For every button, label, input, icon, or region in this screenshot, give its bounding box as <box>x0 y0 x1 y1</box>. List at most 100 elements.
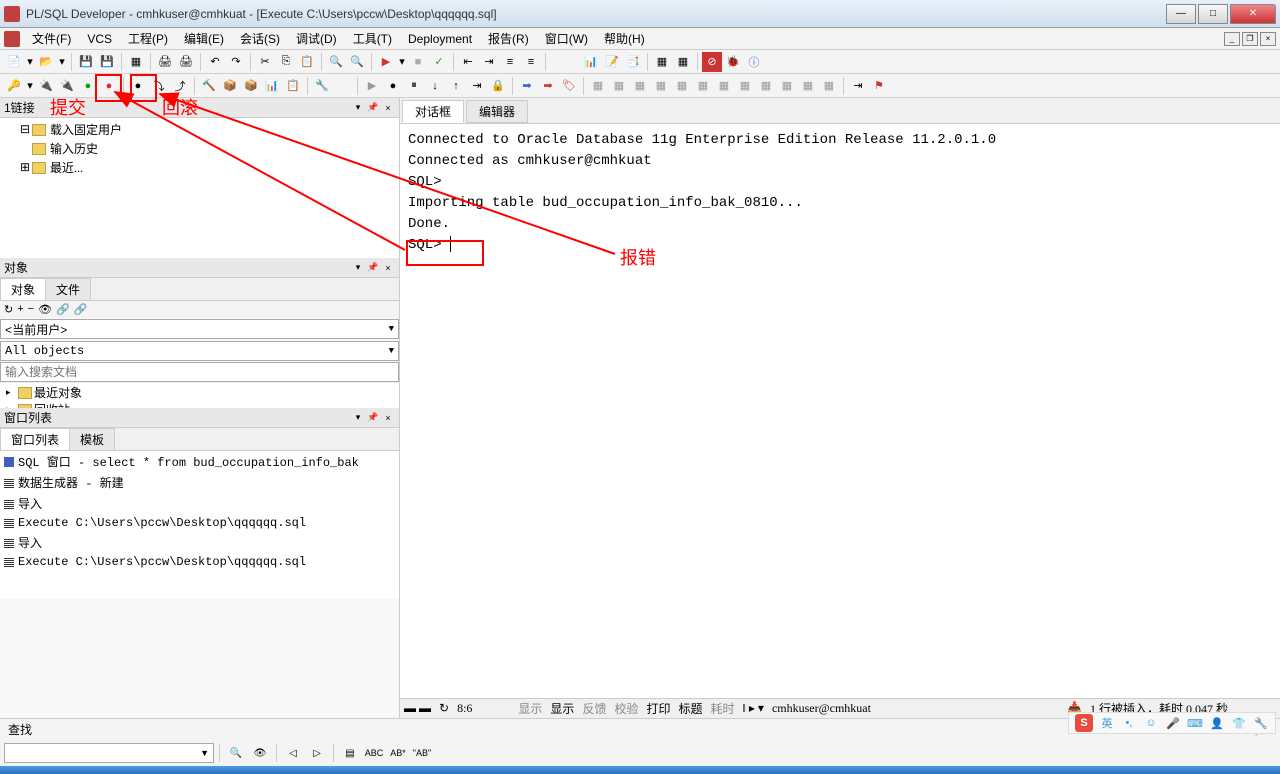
indent-right-button[interactable]: ⇥ <box>479 52 499 72</box>
search-input[interactable] <box>0 362 399 382</box>
grid6-icon[interactable]: ▦ <box>693 76 713 96</box>
commit-button[interactable]: ✓ <box>429 52 449 72</box>
word-icon[interactable]: "AB" <box>411 743 433 763</box>
grid12-icon[interactable]: ▦ <box>819 76 839 96</box>
tag-icon[interactable]: 🏷 <box>559 76 579 96</box>
window1-icon[interactable]: ▦ <box>652 52 672 72</box>
replace-button[interactable]: 🔍 <box>347 52 367 72</box>
arrow-right-blue-icon[interactable]: ➡ <box>517 76 537 96</box>
step-icon[interactable]: ⤵ <box>149 76 169 96</box>
dbg1-icon[interactable]: ▶ <box>362 76 382 96</box>
tree-item[interactable]: ⊞最近... <box>2 158 397 177</box>
key-drop[interactable]: ▾ <box>25 76 35 96</box>
status-lbl[interactable]: 显示 <box>550 700 574 717</box>
list-item[interactable]: SQL 窗口 - select * from bud_occupation_in… <box>0 451 399 472</box>
dbg5-icon[interactable]: ↑ <box>446 76 466 96</box>
print-button[interactable]: 🖨 <box>155 52 175 72</box>
list-item[interactable]: Execute C:\Users\pccw\Desktop\qqqqqq.sql <box>0 553 399 571</box>
list-item[interactable]: 数据生成器 - 新建 <box>0 472 399 493</box>
menu-debug[interactable]: 调试(D) <box>288 28 345 49</box>
next-icon[interactable]: ▷ <box>306 743 328 763</box>
filter-combo[interactable]: All objects▼ <box>0 341 399 361</box>
db-disconnect-icon[interactable]: 🔌 <box>57 76 77 96</box>
key-icon[interactable]: 🔑 <box>4 76 24 96</box>
find-button[interactable]: 🔍 <box>326 52 346 72</box>
link1-icon[interactable]: 🔗 <box>56 303 70 316</box>
mdi-close[interactable]: × <box>1260 32 1276 46</box>
undo-button[interactable]: ↶ <box>205 52 225 72</box>
grid3-icon[interactable]: ▦ <box>630 76 650 96</box>
debug-sql-icon[interactable]: 🐞 <box>723 52 743 72</box>
ime-punct-icon[interactable]: •, <box>1121 715 1137 731</box>
panel-pin-icon[interactable]: 📌 <box>366 261 380 275</box>
menu-vcs[interactable]: VCS <box>79 30 120 48</box>
panel-close-icon[interactable]: × <box>381 411 395 425</box>
dbg2-icon[interactable]: ● <box>383 76 403 96</box>
find-down-icon[interactable]: 👁 <box>249 743 271 763</box>
list-item[interactable]: Execute C:\Users\pccw\Desktop\qqqqqq.sql <box>0 514 399 532</box>
ime-emoji-icon[interactable]: ☺ <box>1143 715 1159 731</box>
grid4-icon[interactable]: ▦ <box>651 76 671 96</box>
app-menu-icon[interactable] <box>4 31 20 47</box>
copy-button[interactable]: ⎘ <box>276 52 296 72</box>
grid5-icon[interactable]: ▦ <box>672 76 692 96</box>
explain-button[interactable]: 📊 <box>581 52 601 72</box>
panel-pin-icon[interactable]: 📌 <box>366 411 380 425</box>
status-lbl[interactable]: 反馈 <box>582 700 606 717</box>
user-combo[interactable]: <当前用户>▼ <box>0 319 399 339</box>
step2-icon[interactable]: ⤴ <box>170 76 190 96</box>
tree-item[interactable]: 输入历史 <box>2 139 397 158</box>
paste-button[interactable]: 📋 <box>297 52 317 72</box>
bp-icon[interactable]: ● <box>128 76 148 96</box>
save-button[interactable]: 💾 <box>76 52 96 72</box>
ime-mic-icon[interactable]: 🎤 <box>1165 715 1181 731</box>
ime-skin-icon[interactable]: 👕 <box>1231 715 1247 731</box>
ime-keyboard-icon[interactable]: ⌨ <box>1187 715 1203 731</box>
menu-edit[interactable]: 编辑(E) <box>176 28 232 49</box>
expand-right-icon[interactable]: ⇥ <box>848 76 868 96</box>
ime-sogou-icon[interactable]: S <box>1075 714 1093 732</box>
filter-icon[interactable]: 👁 <box>38 303 52 316</box>
prev-icon[interactable]: ◁ <box>282 743 304 763</box>
object-tree[interactable]: ▸最近对象 ▸回收站 <box>0 382 399 408</box>
grid11-icon[interactable]: ▦ <box>798 76 818 96</box>
status-lbl[interactable]: 耗时 <box>711 700 735 717</box>
tab-winlist[interactable]: 窗口列表 <box>0 428 70 450</box>
grid2-icon[interactable]: ▦ <box>609 76 629 96</box>
tool1-icon[interactable]: 🔨 <box>199 76 219 96</box>
close-button[interactable]: ✕ <box>1230 4 1276 24</box>
redo-button[interactable]: ↷ <box>226 52 246 72</box>
tool5-icon[interactable]: 📋 <box>283 76 303 96</box>
minus-icon[interactable]: − <box>28 303 34 316</box>
list-item[interactable]: 导入 <box>0 493 399 514</box>
grid8-icon[interactable]: ▦ <box>735 76 755 96</box>
flag-icon[interactable]: ⚑ <box>869 76 889 96</box>
beautify-button[interactable]: 📑 <box>623 52 643 72</box>
db-green-icon[interactable]: ● <box>78 76 98 96</box>
panel-close-icon[interactable]: × <box>381 101 395 115</box>
new-dropdown[interactable]: ▾ <box>25 52 35 72</box>
panel-pin-icon[interactable]: 📌 <box>366 101 380 115</box>
db-connect-icon[interactable]: 🔌 <box>36 76 56 96</box>
menu-report[interactable]: 报告(R) <box>480 28 537 49</box>
grid9-icon[interactable]: ▦ <box>756 76 776 96</box>
tool4-icon[interactable]: 📊 <box>262 76 282 96</box>
grid10-icon[interactable]: ▦ <box>777 76 797 96</box>
grid1-icon[interactable]: ▦ <box>588 76 608 96</box>
panel-menu-icon[interactable]: ▾ <box>351 261 365 275</box>
open-dropdown[interactable]: ▾ <box>57 52 67 72</box>
copy-table-icon[interactable]: ▦ <box>126 52 146 72</box>
indent-left-button[interactable]: ⇤ <box>458 52 478 72</box>
maximize-button[interactable]: □ <box>1198 4 1228 24</box>
panel-menu-icon[interactable]: ▾ <box>351 101 365 115</box>
wrench-icon[interactable]: 🔧 <box>312 76 332 96</box>
status-lbl[interactable]: 标题 <box>678 700 702 717</box>
menu-help[interactable]: 帮助(H) <box>596 28 653 49</box>
print-preview-button[interactable]: 🖨 <box>176 52 196 72</box>
mdi-restore[interactable]: ❐ <box>1242 32 1258 46</box>
menu-session[interactable]: 会话(S) <box>232 28 288 49</box>
minimize-button[interactable]: — <box>1166 4 1196 24</box>
tab-editor[interactable]: 编辑器 <box>466 100 528 123</box>
menu-tools[interactable]: 工具(T) <box>345 28 400 49</box>
tab-files[interactable]: 文件 <box>45 278 91 300</box>
